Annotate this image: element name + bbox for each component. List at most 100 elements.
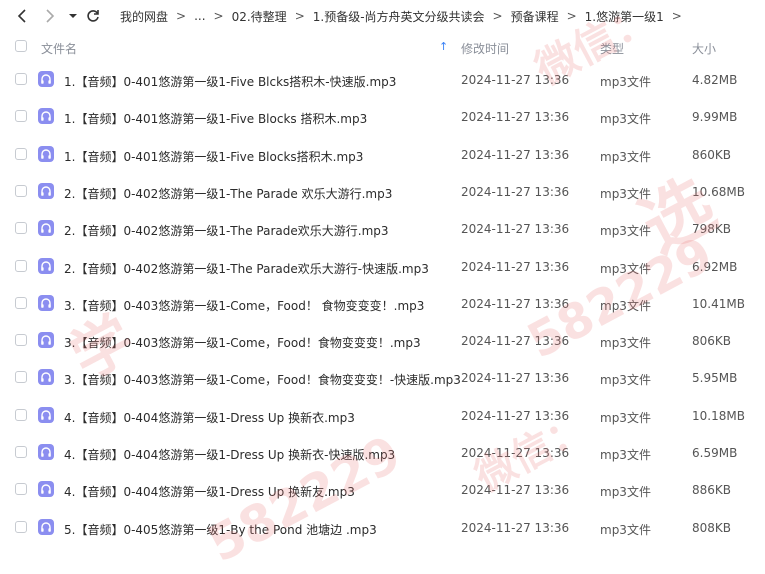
headphones-icon [38, 332, 54, 349]
row-checkbox[interactable] [15, 334, 27, 347]
file-type: mp3文件 [600, 261, 651, 276]
file-size: 886KB [692, 483, 732, 498]
file-row[interactable]: 4.【音频】0-404悠游第一级1-Dress Up 换新衣-快速版.mp3 20… [0, 434, 765, 471]
header-type[interactable]: 类型 [600, 40, 624, 57]
headphones-icon [38, 481, 54, 498]
breadcrumb-item[interactable]: 预备课程 [511, 8, 559, 25]
file-row[interactable]: 2.【音频】0-402悠游第一级1-The Parade 欢乐大游行.mp3 20… [0, 173, 765, 210]
row-checkbox[interactable] [15, 483, 27, 496]
file-type: mp3文件 [600, 336, 651, 351]
row-checkbox[interactable] [15, 73, 27, 85]
file-size: 4.82MB [692, 73, 738, 87]
back-arrow-icon[interactable] [14, 7, 32, 25]
breadcrumb-separator: > [671, 9, 682, 23]
file-name[interactable]: 2.【音频】0-402悠游第一级1-The Parade欢乐大游行-快速版.mp… [64, 260, 429, 277]
sort-up-arrow-icon[interactable]: ↑ [439, 40, 448, 53]
file-name[interactable]: 1.【音频】0-401悠游第一级1-Five Blocks 搭积木.mp3 [64, 110, 367, 127]
file-name[interactable]: 4.【音频】0-404悠游第一级1-Dress Up 换新衣.mp3 [64, 409, 355, 426]
file-name[interactable]: 3.【音频】0-403悠游第一级1-Come，Food！食物变变变！-快速版.m… [64, 371, 461, 388]
file-modified-time: 2024-11-27 13:36 [461, 259, 570, 274]
file-size: 9.99MB [692, 110, 738, 125]
file-row[interactable]: 3.【音频】0-403悠游第一级1-Come，Food！ 食物变变变！.mp3 2… [0, 285, 765, 322]
row-checkbox[interactable] [15, 520, 27, 533]
file-name[interactable]: 1.【音频】0-401悠游第一级1-Five Blocks搭积木.mp3 [64, 148, 363, 165]
file-modified-time: 2024-11-27 13:36 [461, 184, 570, 199]
row-checkbox[interactable] [15, 446, 27, 458]
file-row[interactable]: 1.【音频】0-401悠游第一级1-Five Blcks搭积木-快速版.mp3 2… [0, 61, 765, 98]
file-name[interactable]: 5.【音频】0-405悠游第一级1-By the Pond 池塘边 .mp3 [64, 521, 377, 538]
file-name[interactable]: 1.【音频】0-401悠游第一级1-Five Blcks搭积木-快速版.mp3 [64, 73, 396, 90]
refresh-icon[interactable] [84, 7, 102, 25]
row-checkbox[interactable] [15, 371, 27, 384]
header-filename[interactable]: 文件名 [41, 40, 77, 57]
file-name[interactable]: 3.【音频】0-403悠游第一级1-Come，Food！ 食物变变变！.mp3 [64, 297, 424, 314]
caret-down-icon[interactable] [64, 7, 82, 25]
row-checkbox[interactable] [15, 147, 27, 160]
file-name[interactable]: 4.【音频】0-404悠游第一级1-Dress Up 换新友.mp3 [64, 483, 355, 500]
headphones-icon [38, 71, 54, 87]
file-row[interactable]: 1.【音频】0-401悠游第一级1-Five Blocks 搭积木.mp3 202… [0, 98, 765, 135]
breadcrumb-item[interactable]: 1.悠游第一级1 [585, 8, 664, 25]
row-checkbox[interactable] [15, 296, 27, 309]
file-type: mp3文件 [600, 149, 651, 164]
row-checkbox[interactable] [15, 222, 27, 235]
file-name[interactable]: 3.【音频】0-403悠游第一级1-Come，Food！食物变变变！.mp3 [64, 334, 421, 351]
headphones-icon [38, 518, 54, 535]
file-type: mp3文件 [600, 224, 651, 239]
headphones-icon [38, 145, 54, 162]
breadcrumb-item[interactable]: ... [194, 9, 205, 23]
header-modified-time[interactable]: 修改时间 [461, 40, 509, 57]
header-size[interactable]: 大小 [692, 40, 716, 57]
file-type: mp3文件 [600, 186, 651, 201]
file-modified-time: 2024-11-27 13:36 [461, 110, 570, 125]
row-checkbox[interactable] [15, 259, 27, 272]
file-row[interactable]: 3.【音频】0-403悠游第一级1-Come，Food！食物变变变！.mp3 20… [0, 322, 765, 359]
breadcrumb-separator: > [566, 9, 577, 23]
file-type: mp3文件 [600, 485, 651, 500]
headphones-icon [38, 294, 54, 311]
file-list-header: 文件名 ↑ 修改时间 类型 大小 [0, 34, 765, 60]
breadcrumb-separator: > [492, 9, 503, 23]
file-type: mp3文件 [600, 448, 651, 462]
file-modified-time: 2024-11-27 13:36 [461, 371, 570, 386]
breadcrumb-separator: > [176, 9, 187, 23]
row-checkbox[interactable] [15, 110, 27, 123]
headphones-icon [38, 406, 54, 423]
breadcrumb: 我的网盘 >... >02.待整理 >1.预备级-尚方舟英文分级共读会 > 预备课程 >1.… [120, 0, 690, 32]
file-modified-time: 2024-11-27 13:36 [461, 520, 570, 535]
file-modified-time: 2024-11-27 13:36 [461, 73, 570, 87]
file-modified-time: 2024-11-27 13:36 [461, 408, 570, 423]
row-checkbox[interactable] [15, 408, 27, 421]
file-size: 798KB [692, 222, 732, 237]
file-type: mp3文件 [600, 298, 651, 313]
file-row[interactable]: 4.【音频】0-404悠游第一级1-Dress Up 换新友.mp3 2024-1… [0, 471, 765, 508]
file-size: 5.95MB [692, 371, 738, 386]
file-row[interactable]: 2.【音频】0-402悠游第一级1-The Parade欢乐大游行.mp3 202… [0, 210, 765, 247]
file-row[interactable]: 5.【音频】0-405悠游第一级1-By the Pond 池塘边 .mp3 20… [0, 509, 765, 546]
file-type: mp3文件 [600, 373, 651, 388]
breadcrumb-separator: > [213, 9, 224, 23]
file-size: 806KB [692, 334, 732, 349]
file-size: 860KB [692, 147, 732, 162]
file-row[interactable]: 1.【音频】0-401悠游第一级1-Five Blocks搭积木.mp3 2024… [0, 136, 765, 173]
headphones-icon [38, 444, 54, 460]
headphones-icon [38, 182, 54, 199]
file-name[interactable]: 4.【音频】0-404悠游第一级1-Dress Up 换新衣-快速版.mp3 [64, 446, 395, 463]
file-row[interactable]: 3.【音频】0-403悠游第一级1-Come，Food！食物变变变！-快速版.m… [0, 359, 765, 396]
file-row[interactable]: 4.【音频】0-404悠游第一级1-Dress Up 换新衣.mp3 2024-1… [0, 397, 765, 434]
top-navigation-bar: 我的网盘 >... >02.待整理 >1.预备级-尚方舟英文分级共读会 > 预备课程 >1.… [0, 0, 765, 32]
file-modified-time: 2024-11-27 13:36 [461, 483, 570, 498]
forward-arrow-icon[interactable] [40, 7, 58, 25]
breadcrumb-item[interactable]: 我的网盘 [120, 8, 168, 25]
breadcrumb-item[interactable]: 02.待整理 [232, 8, 287, 25]
file-type: mp3文件 [600, 112, 651, 127]
headphones-icon [38, 369, 54, 386]
file-name[interactable]: 2.【音频】0-402悠游第一级1-The Parade 欢乐大游行.mp3 [64, 185, 392, 202]
file-modified-time: 2024-11-27 13:36 [461, 446, 570, 460]
breadcrumb-item[interactable]: 1.预备级-尚方舟英文分级共读会 [313, 8, 485, 25]
file-name[interactable]: 2.【音频】0-402悠游第一级1-The Parade欢乐大游行.mp3 [64, 222, 389, 239]
select-all-checkbox[interactable] [15, 40, 27, 52]
file-modified-time: 2024-11-27 13:36 [461, 222, 570, 237]
file-row[interactable]: 2.【音频】0-402悠游第一级1-The Parade欢乐大游行-快速版.mp… [0, 248, 765, 285]
row-checkbox[interactable] [15, 184, 27, 197]
